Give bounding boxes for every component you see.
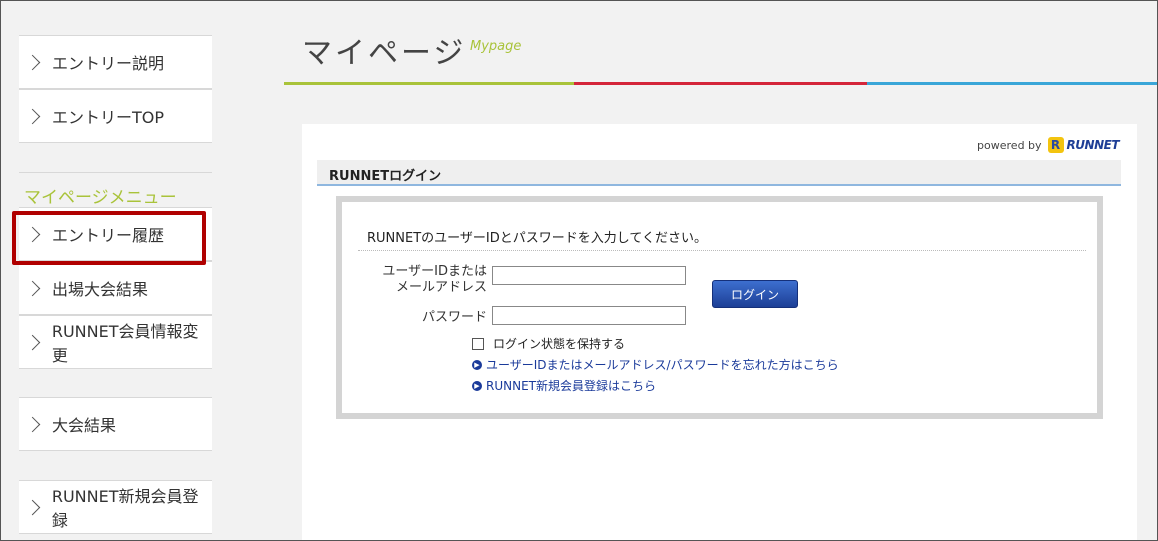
- user-id-label-line2: メールアドレス: [395, 280, 487, 295]
- runnet-logo-icon: R: [1047, 137, 1064, 153]
- sidebar-item-label: RUNNET会員情報変更: [51, 322, 199, 365]
- header-bar-green: [284, 82, 574, 85]
- highlight-annotation-box: [12, 211, 206, 265]
- sidebar-item-new-member-registration[interactable]: RUNNET新規会員登録: [19, 480, 212, 534]
- sidebar-item-label: 出場大会結果: [52, 280, 149, 299]
- login-intro-text: RUNNETのユーザーIDとパスワードを入力してください。: [367, 231, 707, 246]
- sidebar-item-entry-guide[interactable]: エントリー説明: [19, 35, 212, 89]
- page-title: マイページ: [302, 36, 467, 71]
- user-id-label: ユーザーIDまたは メールアドレス: [372, 264, 487, 296]
- header-bar-blue: [867, 82, 1157, 85]
- runnet-logo-text: RUNNET: [1066, 138, 1120, 152]
- page-frame: エントリー説明 エントリーTOP マイページメニュー エントリー履歴 出場大会結…: [0, 0, 1158, 541]
- sidebar-item-label: 大会結果: [52, 416, 117, 435]
- sidebar-item-label: RUNNET新規会員登録: [51, 487, 199, 530]
- remember-login-label: ログイン状態を保持する: [493, 337, 626, 351]
- password-label: パスワード: [421, 310, 487, 325]
- arrow-circle-icon: ▶: [472, 380, 482, 391]
- user-id-input[interactable]: [492, 266, 686, 285]
- powered-by: powered by R RUNNET: [977, 137, 1120, 153]
- chevron-right-icon: [24, 54, 41, 70]
- new-registration-link[interactable]: ▶ RUNNET新規会員登録はこちら: [472, 377, 656, 394]
- sidebar-item-race-results[interactable]: 大会結果: [19, 397, 212, 451]
- chevron-right-icon: [24, 334, 41, 350]
- chevron-right-icon: [24, 416, 41, 432]
- forgot-credentials-link[interactable]: ▶ ユーザーIDまたはメールアドレス/パスワードを忘れた方はこちら: [472, 356, 839, 373]
- section-title: RUNNETログイン: [317, 160, 1121, 186]
- page-subtitle: Mypage: [470, 39, 522, 54]
- remember-login-row[interactable]: ログイン状態を保持する: [472, 335, 625, 352]
- sidebar-item-race-results-participated[interactable]: 出場大会結果: [19, 261, 212, 315]
- password-input[interactable]: [492, 306, 686, 325]
- forgot-credentials-text: ユーザーIDまたはメールアドレス/パスワードを忘れた方はこちら: [486, 358, 839, 372]
- divider: [358, 250, 1086, 251]
- powered-by-label: powered by: [977, 138, 1042, 152]
- login-form: RUNNETのユーザーIDとパスワードを入力してください。 ユーザーIDまたは …: [336, 196, 1103, 419]
- runnet-logo: R RUNNET: [1047, 137, 1120, 153]
- arrow-circle-icon: ▶: [472, 359, 482, 370]
- chevron-right-icon: [24, 280, 41, 296]
- sidebar-item-entry-top[interactable]: エントリーTOP: [19, 89, 212, 143]
- new-registration-text: RUNNET新規会員登録はこちら: [486, 379, 656, 393]
- sidebar-item-label: エントリー説明: [52, 54, 165, 73]
- mypage-menu-heading: マイページメニュー: [19, 172, 212, 210]
- user-id-label-line1: ユーザーIDまたは: [382, 264, 487, 279]
- login-button[interactable]: ログイン: [712, 280, 798, 308]
- chevron-right-icon: [24, 108, 41, 124]
- remember-login-checkbox[interactable]: [472, 337, 484, 350]
- sidebar-item-label: エントリーTOP: [52, 108, 165, 127]
- login-panel: powered by R RUNNET RUNNETログイン RUNNETのユー…: [302, 124, 1137, 540]
- header-bar-red: [574, 82, 867, 85]
- sidebar-item-member-info-change[interactable]: RUNNET会員情報変更: [19, 315, 212, 369]
- chevron-right-icon: [24, 499, 41, 515]
